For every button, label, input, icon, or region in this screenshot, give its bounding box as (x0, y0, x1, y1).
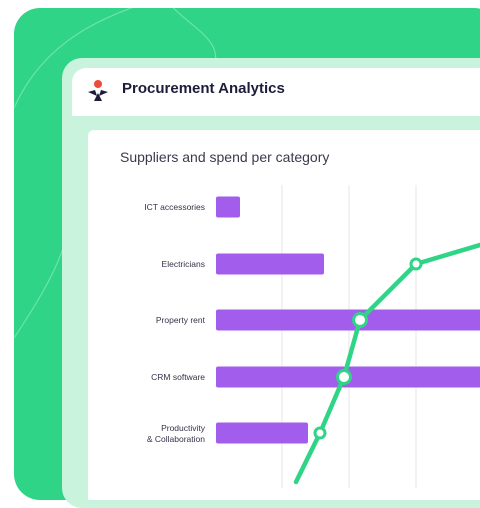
series-point (352, 312, 368, 328)
series-point (313, 426, 327, 440)
category-label: Electricians (162, 259, 205, 269)
category-label: Productivity & Collaboration (147, 423, 206, 444)
series-point (409, 257, 423, 271)
bar (216, 196, 240, 218)
series-point (336, 369, 352, 385)
chart-svg: ICT accessories Electricians Property rent… (144, 185, 480, 488)
category-label: CRM software (151, 372, 205, 382)
category-label: ICT accessories (144, 202, 205, 212)
bar (216, 253, 324, 275)
category-label: Property rent (156, 315, 206, 325)
bar (216, 422, 308, 444)
series-line (293, 242, 480, 485)
bar (216, 309, 480, 331)
